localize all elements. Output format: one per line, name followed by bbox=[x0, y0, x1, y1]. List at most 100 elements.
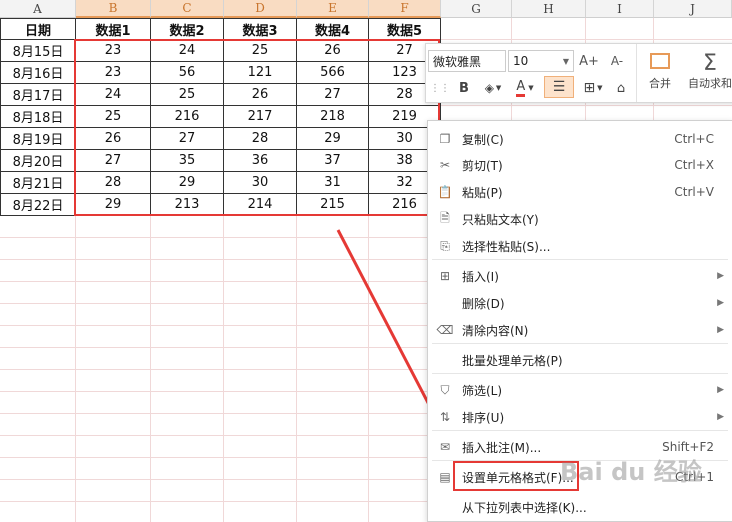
table-cell[interactable]: 29 bbox=[297, 128, 369, 150]
column-header-b[interactable]: B bbox=[76, 0, 151, 18]
column-header-g[interactable]: G bbox=[441, 0, 512, 18]
paste-text-icon: 🗎 bbox=[440, 210, 450, 225]
table-header-cell[interactable]: 数据5 bbox=[369, 18, 441, 40]
table-cell[interactable]: 27 bbox=[297, 84, 369, 106]
fill-color-button[interactable]: ◈ ▼ bbox=[478, 78, 508, 98]
table-cell[interactable]: 8月15日 bbox=[0, 40, 76, 62]
menu-item-label: 从下拉列表中选择(K)... bbox=[462, 500, 587, 515]
menu-item-3[interactable]: 🗎 只粘贴文本(Y) bbox=[428, 206, 732, 232]
watermark: Bai du 经验 bbox=[560, 458, 702, 486]
table-cell[interactable]: 24 bbox=[151, 40, 224, 62]
copy-icon: ❐ bbox=[439, 132, 451, 146]
table-cell[interactable]: 23 bbox=[76, 62, 151, 84]
autosum-button[interactable]: Σ 自动求和 bbox=[684, 46, 732, 98]
column-header-e[interactable]: E bbox=[297, 0, 369, 18]
shrink-font-button[interactable]: A- bbox=[606, 50, 628, 72]
table-cell[interactable]: 217 bbox=[224, 106, 297, 128]
table-cell[interactable]: 29 bbox=[76, 194, 151, 216]
table-cell[interactable]: 26 bbox=[76, 128, 151, 150]
table-header-cell[interactable]: 数据1 bbox=[76, 18, 151, 40]
menu-item-label: 筛选(L) bbox=[462, 383, 503, 398]
menu-item-1[interactable]: ✂ 剪切(T) Ctrl+X bbox=[428, 152, 732, 178]
menu-item-0[interactable]: ❐ 复制(C) Ctrl+C bbox=[428, 126, 732, 152]
align-center-icon: ☰ bbox=[552, 79, 566, 95]
chevron-right-icon: ▶ bbox=[717, 385, 724, 395]
font-size-select[interactable]: 10 ▼ bbox=[508, 50, 574, 72]
column-header-d[interactable]: D bbox=[224, 0, 297, 18]
font-size-value: 10 bbox=[513, 54, 529, 68]
table-cell[interactable]: 24 bbox=[76, 84, 151, 106]
chevron-down-icon: ▼ bbox=[528, 84, 534, 92]
table-cell[interactable]: 214 bbox=[224, 194, 297, 216]
table-cell[interactable]: 31 bbox=[297, 172, 369, 194]
menu-item-7[interactable]: ⌫ 清除内容(N) ▶ bbox=[428, 317, 732, 343]
sigma-icon: Σ bbox=[703, 51, 717, 76]
table-cell[interactable]: 216 bbox=[151, 106, 224, 128]
table-cell[interactable]: 28 bbox=[76, 172, 151, 194]
table-cell[interactable]: 35 bbox=[151, 150, 224, 172]
table-cell[interactable]: 37 bbox=[297, 150, 369, 172]
table-cell[interactable]: 36 bbox=[224, 150, 297, 172]
menu-item-8[interactable]: 批量处理单元格(P) bbox=[428, 347, 732, 373]
table-cell[interactable]: 8月16日 bbox=[0, 62, 76, 84]
insert-icon: ⊞ bbox=[439, 269, 451, 283]
table-cell[interactable]: 218 bbox=[297, 106, 369, 128]
sort-icon: ⇅ bbox=[439, 410, 451, 424]
table-cell[interactable]: 27 bbox=[76, 150, 151, 172]
table-cell[interactable]: 28 bbox=[224, 128, 297, 150]
align-button[interactable]: ☰ bbox=[544, 76, 574, 98]
grow-font-button[interactable]: A+ bbox=[578, 50, 600, 72]
merge-label: 合并 bbox=[649, 77, 671, 90]
format-painter-button[interactable]: ⌂ bbox=[610, 78, 632, 98]
column-header-c[interactable]: C bbox=[151, 0, 224, 18]
column-header-h[interactable]: H bbox=[512, 0, 586, 18]
table-cell[interactable]: 25 bbox=[151, 84, 224, 106]
table-cell[interactable]: 56 bbox=[151, 62, 224, 84]
menu-item-10[interactable]: ⇅ 排序(U) ▶ bbox=[428, 404, 732, 430]
table-cell[interactable]: 213 bbox=[151, 194, 224, 216]
table-cell[interactable]: 26 bbox=[297, 40, 369, 62]
table-cell[interactable]: 8月20日 bbox=[0, 150, 76, 172]
table-cell[interactable]: 25 bbox=[224, 40, 297, 62]
menu-item-9[interactable]: ⛉ 筛选(L) ▶ bbox=[428, 377, 732, 403]
column-header-f[interactable]: F bbox=[369, 0, 441, 18]
table-cell[interactable]: 25 bbox=[76, 106, 151, 128]
column-header-i[interactable]: I bbox=[586, 0, 654, 18]
table-header-cell[interactable]: 日期 bbox=[0, 18, 76, 40]
table-cell[interactable]: 23 bbox=[76, 40, 151, 62]
table-header-cell[interactable]: 数据3 bbox=[224, 18, 297, 40]
bold-button[interactable]: B bbox=[454, 78, 474, 98]
table-cell[interactable]: 8月19日 bbox=[0, 128, 76, 150]
menu-item-6[interactable]: 删除(D) ▶ bbox=[428, 290, 732, 316]
table-cell[interactable]: 215 bbox=[297, 194, 369, 216]
table-cell[interactable]: 566 bbox=[297, 62, 369, 84]
column-header-j[interactable]: J bbox=[654, 0, 732, 18]
paste-icon: 📋 bbox=[437, 185, 453, 199]
table-cell[interactable]: 8月17日 bbox=[0, 84, 76, 106]
table-header-cell[interactable]: 数据2 bbox=[151, 18, 224, 40]
menu-item-2[interactable]: 📋 粘贴(P) Ctrl+V bbox=[428, 179, 732, 205]
table-cell[interactable]: 8月21日 bbox=[0, 172, 76, 194]
paint-bucket-icon: ◈ bbox=[484, 81, 494, 95]
chevron-down-icon: ▼ bbox=[495, 84, 502, 92]
menu-item-shortcut: Ctrl+X bbox=[674, 158, 714, 172]
column-header-a[interactable]: A bbox=[0, 0, 76, 18]
table-cell[interactable]: 30 bbox=[224, 172, 297, 194]
table-cell[interactable]: 27 bbox=[151, 128, 224, 150]
menu-item-13[interactable]: 从下拉列表中选择(K)... bbox=[428, 494, 732, 520]
font-color-button[interactable]: A ▼ bbox=[510, 78, 540, 98]
table-cell[interactable]: 8月18日 bbox=[0, 106, 76, 128]
table-header-cell[interactable]: 数据4 bbox=[297, 18, 369, 40]
table-cell[interactable]: 8月22日 bbox=[0, 194, 76, 216]
table-cell[interactable]: 121 bbox=[224, 62, 297, 84]
menu-item-4[interactable]: ⎘ 选择性粘贴(S)... bbox=[428, 233, 732, 259]
table-cell[interactable]: 29 bbox=[151, 172, 224, 194]
table-cell[interactable]: 26 bbox=[224, 84, 297, 106]
cut-icon: ✂ bbox=[439, 158, 451, 172]
drag-handle[interactable]: ⋮⋮ bbox=[430, 78, 450, 98]
menu-item-5[interactable]: ⊞ 插入(I) ▶ bbox=[428, 263, 732, 289]
borders-button[interactable]: ⊞ ▼ bbox=[578, 78, 608, 98]
grow-font-icon: A+ bbox=[579, 53, 599, 69]
font-name-select[interactable]: 微软雅黑 bbox=[428, 50, 506, 72]
merge-button[interactable]: 合并 bbox=[640, 46, 680, 98]
